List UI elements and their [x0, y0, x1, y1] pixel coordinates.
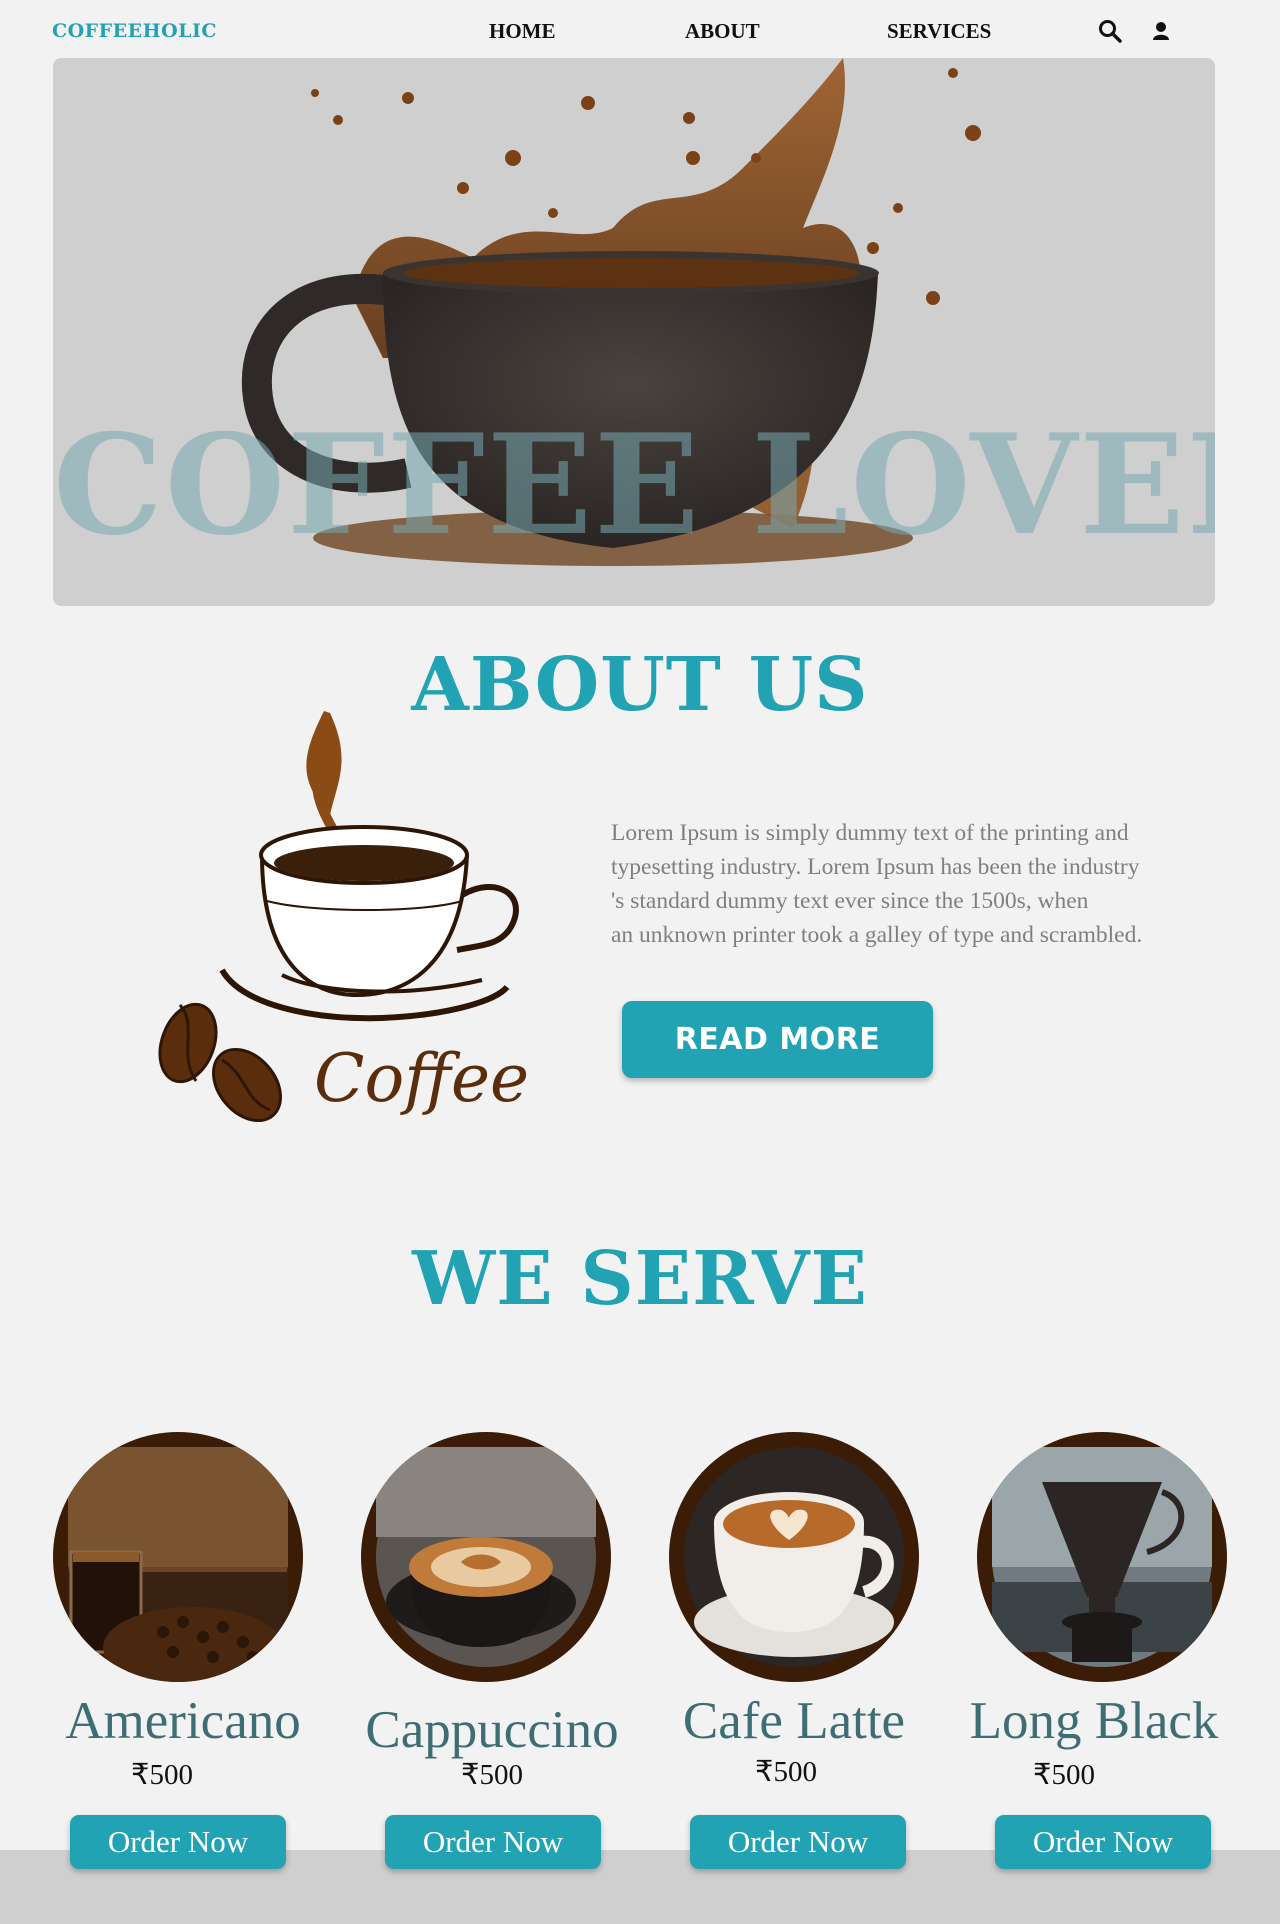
about-line: 's standard dummy text ever since the 15… — [611, 888, 1089, 914]
hero-banner: COFFEE LOVER — [53, 58, 1215, 606]
order-now-button[interactable]: Order Now — [70, 1815, 286, 1869]
brand-logo[interactable]: COFFEEHOLIC — [52, 20, 217, 42]
product-price-long-black: ₹500 — [1033, 1759, 1095, 1791]
long-black-image — [977, 1432, 1227, 1682]
cappuccino-image — [361, 1432, 611, 1682]
order-now-button[interactable]: Order Now — [690, 1815, 906, 1869]
hero-title: COFFEE LOVER — [53, 403, 1215, 566]
americano-image — [53, 1432, 303, 1682]
about-paragraph: Lorem Ipsum is simply dummy text of the … — [611, 816, 1241, 952]
nav-about[interactable]: ABOUT — [685, 19, 760, 44]
product-name-cappuccino: Cappuccino — [365, 1701, 619, 1759]
user-icon[interactable] — [1148, 18, 1174, 44]
product-price-cappuccino: ₹500 — [461, 1759, 523, 1791]
coffee-logo: Coffee — [152, 705, 532, 1145]
about-line: Lorem Ipsum is simply dummy text of the … — [611, 820, 1129, 846]
search-icon[interactable] — [1097, 18, 1123, 44]
nav-services[interactable]: SERVICES — [887, 19, 991, 44]
serve-heading: WE SERVE — [412, 1236, 868, 1322]
nav-home[interactable]: HOME — [489, 19, 556, 44]
read-more-button[interactable]: READ MORE — [622, 1001, 933, 1078]
product-price-cafe-latte: ₹500 — [755, 1756, 817, 1788]
product-name-long-black: Long Black — [969, 1692, 1219, 1750]
about-line: typesetting industry. Lorem Ipsum has be… — [611, 854, 1140, 880]
cafe-latte-image — [669, 1432, 919, 1682]
order-now-button[interactable]: Order Now — [385, 1815, 601, 1869]
order-now-button[interactable]: Order Now — [995, 1815, 1211, 1869]
about-line: an unknown printer took a galley of type… — [611, 922, 1143, 948]
product-price-americano: ₹500 — [131, 1759, 193, 1791]
product-name-cafe-latte: Cafe Latte — [682, 1692, 906, 1750]
coffee-logo-text: Coffee — [314, 1040, 530, 1117]
product-name-americano: Americano — [65, 1692, 301, 1750]
